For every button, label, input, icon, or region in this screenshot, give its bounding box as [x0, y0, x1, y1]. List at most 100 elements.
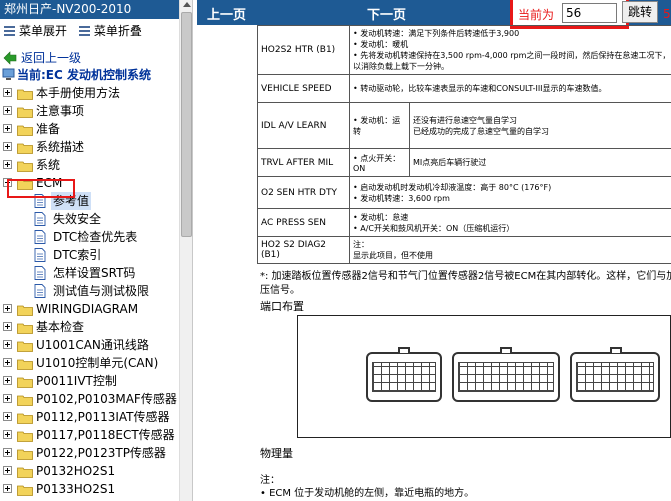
next-page-button[interactable]: 下一页: [367, 4, 406, 23]
scroll-up-icon[interactable]: [183, 2, 191, 7]
condition-cell: • 发动机转速：满足下列条件后转速低于3,900 • 发动机：暖机 • 先将发动…: [349, 25, 671, 75]
document-icon: [34, 266, 46, 280]
tree-item[interactable]: 本手册使用方法: [0, 84, 180, 102]
back-arrow-icon: [3, 51, 17, 65]
navigation-panel: 郑州日产-NV200-2010 菜单展开 菜单折叠 返回上一级 当前:EC 发动…: [0, 0, 193, 501]
param-cell: O2 SEN HTR DTY: [257, 176, 350, 209]
expand-icon[interactable]: [3, 466, 12, 475]
param-cell: IDL A/V LEARN: [257, 102, 350, 149]
back-link[interactable]: 返回上一级: [0, 50, 180, 66]
menu-bar: 菜单展开 菜单折叠: [0, 19, 192, 43]
tree-item-label: 怎样设置SRT码: [53, 266, 136, 280]
table-row: HO2 S2 DIAG2 (B1) 注： 显示此项目，但不使用: [257, 236, 671, 264]
jump-button[interactable]: 跳转: [622, 1, 658, 23]
table-row: HO2S2 HTR (B1) • 发动机转速：满足下列条件后转速低于3,900 •…: [257, 25, 671, 75]
folder-icon: [17, 321, 33, 334]
expand-icon[interactable]: [3, 448, 12, 457]
param-cell: AC PRESS SEN: [257, 208, 350, 237]
tree-item-label: 基本检查: [36, 320, 85, 334]
tree-item-label: U1010控制单元(CAN): [36, 356, 159, 370]
tree-item[interactable]: P0132HO2S1: [0, 462, 180, 480]
tree-item[interactable]: P0011IVT控制: [0, 372, 180, 390]
tree-scrollbar[interactable]: [179, 0, 192, 501]
expand-icon[interactable]: [3, 412, 12, 421]
table-row: AC PRESS SEN • 发动机：怠速 • A/C开关和鼓风机开关：ON（压缩…: [257, 208, 671, 237]
current-page-label: 当前为: [518, 8, 555, 22]
tree-item[interactable]: DTC索引: [0, 246, 180, 264]
tree-item-label: WIRINGDIAGRAM: [36, 302, 139, 316]
tree-item[interactable]: 注意事项: [0, 102, 180, 120]
document-page: HO2S2 HTR (B1) • 发动机转速：满足下列条件后转速低于3,900 •…: [197, 25, 671, 501]
expand-icon[interactable]: [3, 430, 12, 439]
tree-item-label: P0122,P0123TP传感器: [36, 446, 166, 460]
tree-item[interactable]: P0133HO2S1: [0, 480, 180, 498]
menu-collapse-button[interactable]: 菜单折叠: [78, 19, 142, 43]
expand-icon[interactable]: [3, 142, 12, 151]
tree-item-label: 系统: [36, 158, 61, 172]
tree-item-label: 本手册使用方法: [36, 86, 121, 100]
menu-expand-button[interactable]: 菜单展开: [4, 19, 67, 43]
tree-item-label: P0102,P0103MAF传感器: [36, 392, 177, 406]
expand-icon[interactable]: [3, 88, 12, 97]
menu-collapse-label: 菜单折叠: [93, 24, 142, 38]
tree-item-label: P0133HO2S1: [36, 482, 116, 496]
tree-item[interactable]: 怎样设置SRT码: [0, 264, 180, 282]
tree-view: 返回上一级 当前:EC 发动机控制系统 本手册使用方法 注意事项 准备 系统描述 系统 E…: [0, 50, 180, 498]
physical-quantity-title: 物理量: [260, 447, 293, 460]
tree-item[interactable]: P0122,P0123TP传感器: [0, 444, 180, 462]
folder-icon: [17, 159, 33, 172]
folder-icon: [17, 141, 33, 154]
expand-icon[interactable]: [3, 376, 12, 385]
table-row: TRVL AFTER MIL • 点火开关：ON MI点亮后车辆行驶过: [257, 148, 671, 177]
tree-item[interactable]: DTC检查优先表: [0, 228, 180, 246]
expand-icon[interactable]: [3, 322, 12, 331]
expand-icon[interactable]: [3, 160, 12, 169]
expand-icon[interactable]: [3, 394, 12, 403]
tree-item[interactable]: U1010控制单元(CAN): [0, 354, 180, 372]
tree-item[interactable]: 系统描述: [0, 138, 180, 156]
tree-item[interactable]: 测试值与测试极限: [0, 282, 180, 300]
tree-item[interactable]: 基本检查: [0, 318, 180, 336]
param-cell: HO2 S2 DIAG2 (B1): [257, 236, 350, 264]
prev-page-button[interactable]: 上一页: [207, 4, 246, 23]
value-cell: MI点亮后车辆行驶过: [409, 148, 671, 177]
current-section: 当前:EC 发动机控制系统: [0, 66, 180, 84]
folder-icon: [17, 357, 33, 370]
tree-item[interactable]: P0112,P0113IAT传感器: [0, 408, 180, 426]
scroll-thumb[interactable]: [181, 12, 192, 237]
document-icon: [34, 248, 46, 262]
expand-icon[interactable]: [3, 124, 12, 133]
folder-icon: [17, 465, 33, 478]
expand-icon[interactable]: [3, 340, 12, 349]
page-number-input[interactable]: [562, 3, 617, 23]
tree-item-label: 注意事项: [36, 104, 85, 118]
folder-icon: [17, 447, 33, 460]
tree-item[interactable]: P0117,P0118ECT传感器: [0, 426, 180, 444]
tree-item[interactable]: 准备: [0, 120, 180, 138]
expand-icon[interactable]: [3, 484, 12, 493]
tree-item[interactable]: 系统: [0, 156, 180, 174]
tree-item[interactable]: 失效安全: [0, 210, 180, 228]
condition-cell: • 点火开关：ON: [349, 148, 410, 177]
folder-icon: [17, 87, 33, 100]
folder-icon: [17, 123, 33, 136]
expand-icon[interactable]: [3, 106, 12, 115]
ecm-highlight-box: [7, 179, 75, 198]
connector-a: [366, 347, 442, 402]
tree-item[interactable]: WIRINGDIAGRAM: [0, 300, 180, 318]
computer-icon: [2, 68, 15, 80]
menu-expand-label: 菜单展开: [19, 24, 68, 38]
tree-item[interactable]: U1001CAN通讯线路: [0, 336, 180, 354]
connector-c: [570, 347, 660, 402]
folder-icon: [17, 429, 33, 442]
tree-item[interactable]: P0102,P0103MAF传感器: [0, 390, 180, 408]
folder-icon: [17, 411, 33, 424]
folder-icon: [17, 375, 33, 388]
port-layout-title: 端口布置: [260, 300, 304, 313]
expand-icon[interactable]: [3, 304, 12, 313]
footnote: *: 加速踏板位置传感器2信号和节气门位置传感器2信号被ECM在其内部转化。这样…: [260, 271, 671, 282]
tree-item-label: DTC检查优先表: [53, 230, 138, 244]
list-icon: [78, 25, 90, 36]
folder-icon: [17, 339, 33, 352]
expand-icon[interactable]: [3, 358, 12, 367]
